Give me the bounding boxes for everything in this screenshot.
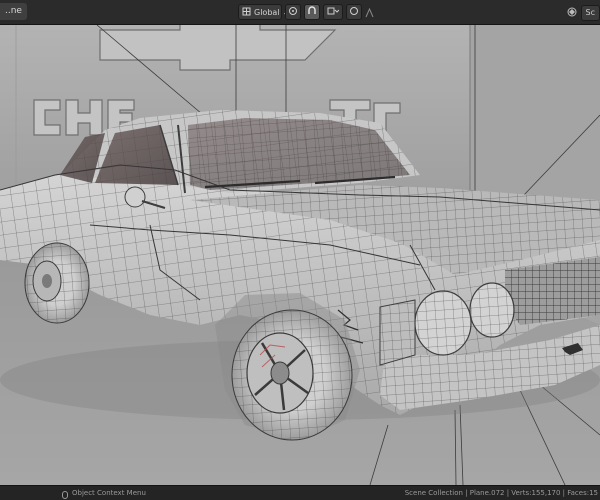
- transform-tools: Global ⌄: [238, 3, 375, 21]
- snap-target-icon: [327, 6, 340, 18]
- snap-toggle[interactable]: [304, 4, 320, 20]
- global-orientation-icon: [242, 7, 251, 18]
- rear-wheel: [24, 242, 90, 324]
- workspace-tab[interactable]: ..ne: [0, 3, 27, 20]
- overlay-toggle[interactable]: [365, 4, 375, 20]
- snap-icon: [307, 6, 317, 18]
- proportional-edit-icon: [349, 6, 359, 18]
- 3d-viewport[interactable]: [0, 25, 600, 485]
- orientation-label: Global: [254, 7, 280, 17]
- transform-orientation-dropdown[interactable]: Global ⌄: [238, 4, 289, 20]
- status-hint: Object Context Menu: [62, 486, 146, 500]
- header-right: Sc: [566, 3, 600, 22]
- pivot-point-button[interactable]: [285, 4, 301, 20]
- blender-window: ..ne Global ⌄: [0, 0, 600, 500]
- viewport-canvas[interactable]: [0, 25, 600, 485]
- proportional-edit-button[interactable]: [346, 4, 362, 20]
- snap-target-dropdown[interactable]: [323, 4, 343, 20]
- mouse-icon: [62, 490, 68, 499]
- pivot-icon: [288, 6, 298, 18]
- scene-selector[interactable]: Sc: [580, 4, 600, 21]
- status-bar: Object Context Menu Scene Collection | P…: [0, 485, 600, 500]
- scene-icon: [566, 3, 578, 22]
- context-menu-hint: Object Context Menu: [72, 489, 146, 497]
- scene-statistics: Scene Collection | Plane.072 | Verts:155…: [404, 489, 598, 497]
- overlay-icon: [365, 3, 374, 22]
- viewport-header: ..ne Global ⌄: [0, 0, 600, 25]
